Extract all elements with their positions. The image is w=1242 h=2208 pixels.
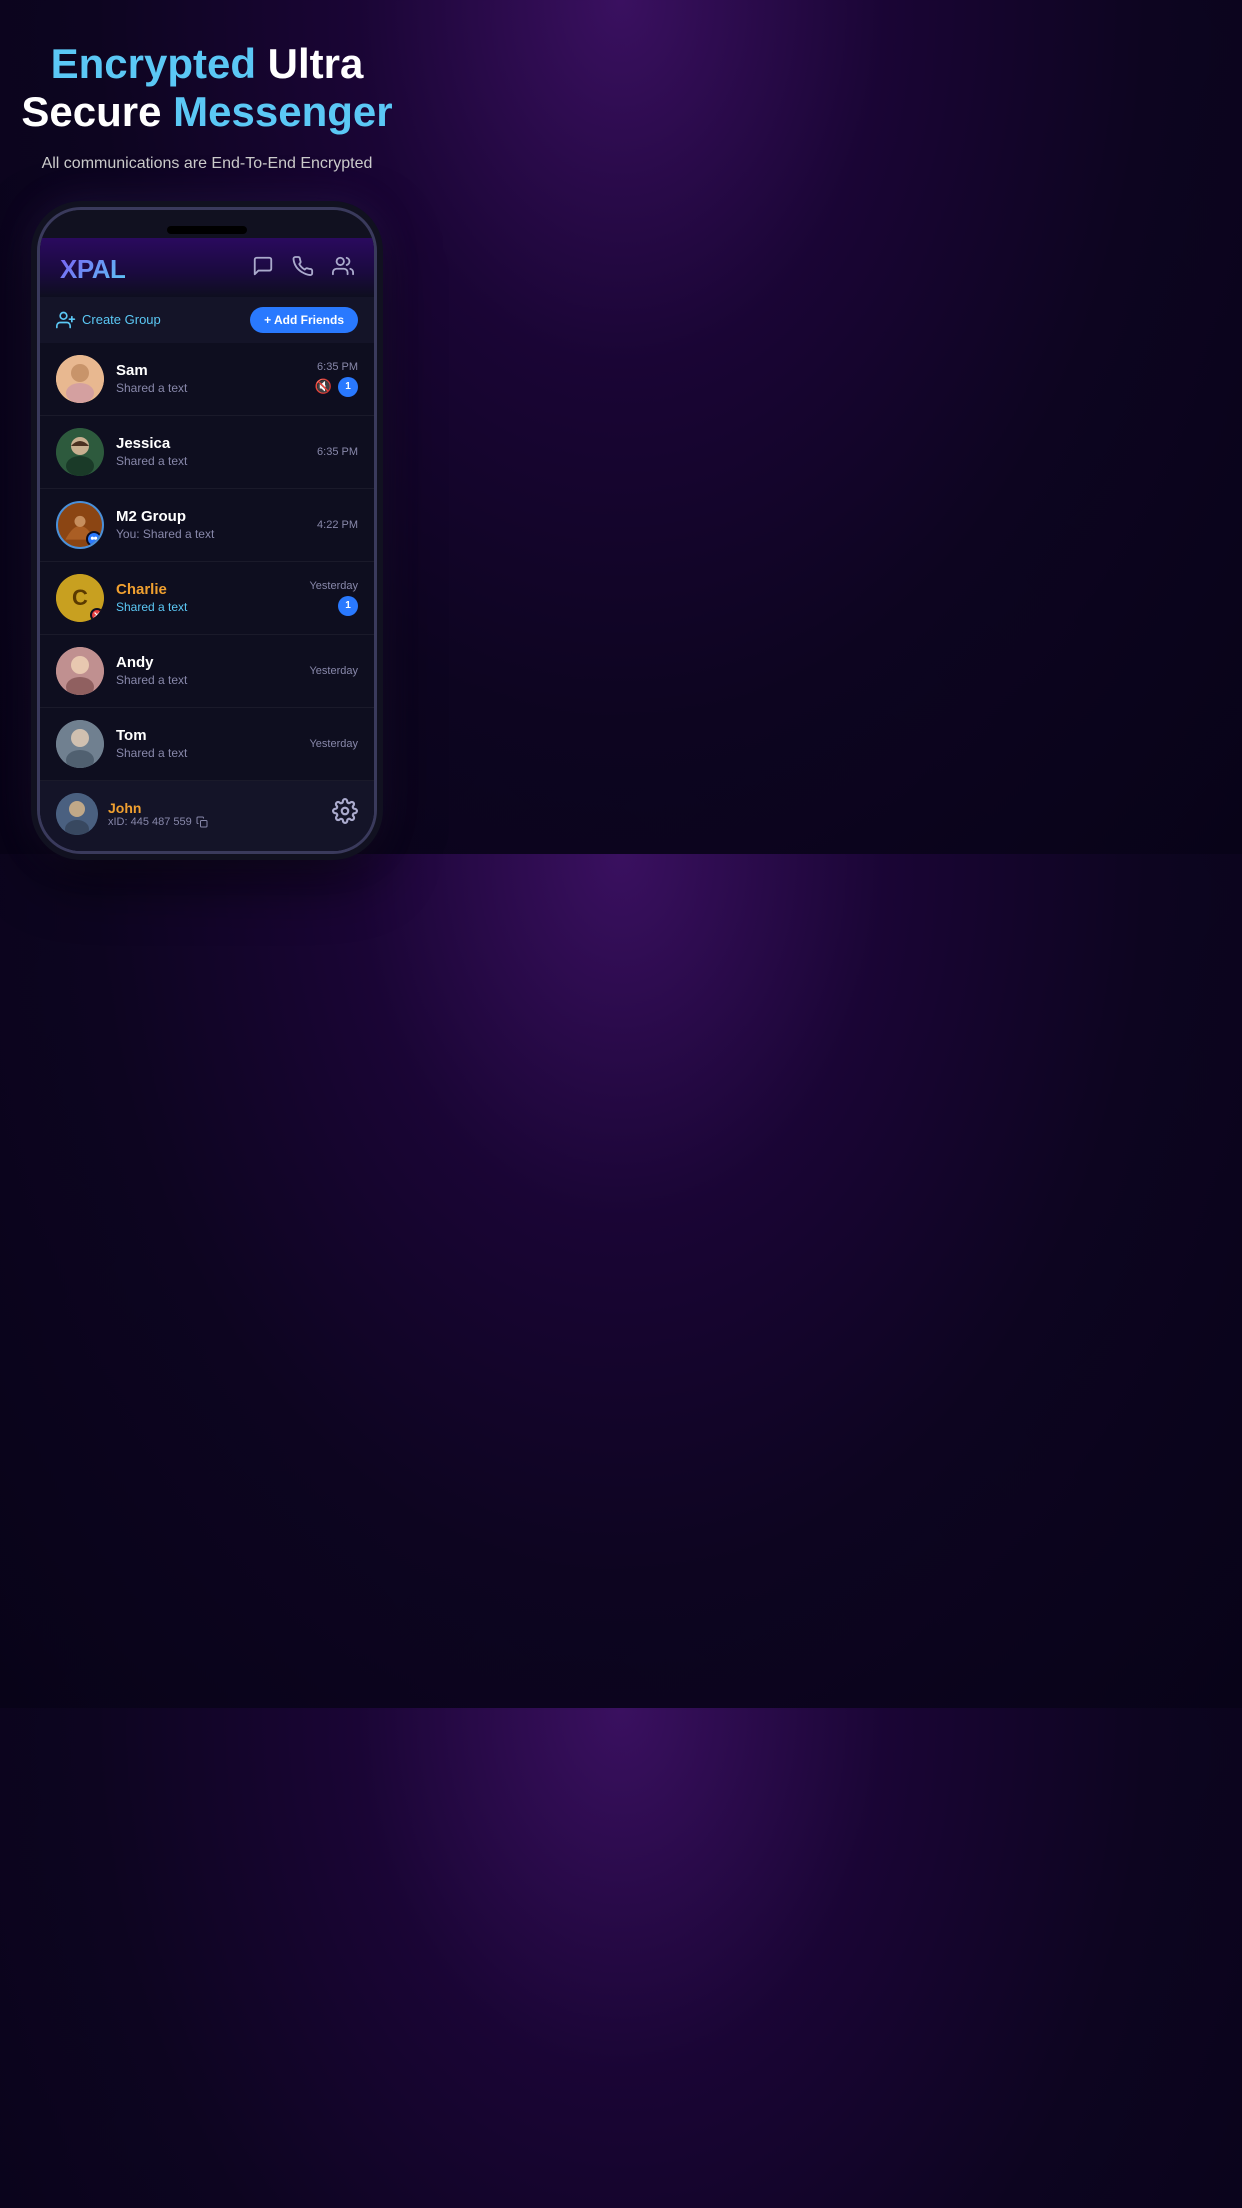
avatar-jessica	[56, 428, 104, 476]
chat-time-jessica: 6:35 PM	[317, 446, 358, 458]
avatar-tom	[56, 720, 104, 768]
charlie-x-indicator	[90, 608, 104, 622]
chat-name-sam: Sam	[116, 362, 303, 379]
chat-name-tom: Tom	[116, 727, 297, 744]
chat-info-charlie: Charlie Shared a text	[116, 581, 297, 614]
avatar-sam	[56, 355, 104, 403]
chat-badges-sam: 🔇 1	[315, 377, 358, 397]
phone-frame: XPAL	[37, 207, 377, 854]
hero-subtitle: All communications are End-To-End Encryp…	[21, 153, 392, 175]
hero-title-encrypted: Encrypted	[51, 40, 256, 87]
chat-info-m2group: M2 Group You: Shared a text	[116, 508, 305, 541]
chat-time-charlie: Yesterday	[309, 580, 358, 592]
hero-section: Encrypted Ultra Secure Messenger All com…	[21, 40, 392, 207]
logo-text: XPAL	[60, 254, 125, 285]
call-icon[interactable]	[292, 255, 314, 283]
chat-info-tom: Tom Shared a text	[116, 727, 297, 760]
user-name: John	[108, 800, 208, 816]
chat-item-jessica[interactable]: Jessica Shared a text 6:35 PM	[40, 416, 374, 489]
chat-meta-tom: Yesterday	[309, 738, 358, 750]
chat-meta-andy: Yesterday	[309, 665, 358, 677]
chat-info-jessica: Jessica Shared a text	[116, 435, 305, 468]
hero-title: Encrypted Ultra Secure Messenger	[21, 40, 392, 137]
chat-preview-charlie: Shared a text	[116, 600, 297, 614]
user-details: John xID: 445 487 559	[108, 800, 208, 828]
chat-preview-jessica: Shared a text	[116, 454, 305, 468]
hero-title-messenger: Messenger	[173, 88, 392, 135]
settings-icon[interactable]	[332, 798, 358, 830]
chat-name-m2group: M2 Group	[116, 508, 305, 525]
chat-item-tom[interactable]: Tom Shared a text Yesterday	[40, 708, 374, 781]
chat-badge-sam: 1	[338, 377, 358, 397]
mute-icon-sam: 🔇	[315, 378, 332, 395]
chat-preview-m2group: You: Shared a text	[116, 527, 305, 541]
app-header-top: XPAL	[60, 254, 354, 285]
avatar-charlie: C	[56, 574, 104, 622]
chat-icon[interactable]	[252, 255, 274, 283]
chat-meta-jessica: 6:35 PM	[317, 446, 358, 458]
app-logo: XPAL	[60, 254, 125, 285]
app-content: XPAL	[40, 238, 374, 851]
chat-item-sam[interactable]: Sam Shared a text 6:35 PM 🔇 1	[40, 343, 374, 416]
group-indicator-m2	[86, 531, 102, 547]
user-id: xID: 445 487 559	[108, 816, 208, 828]
user-id-text: xID: 445 487 559	[108, 816, 192, 828]
action-bar: Create Group + Add Friends	[40, 297, 374, 343]
user-avatar-john	[56, 793, 98, 835]
chat-time-tom: Yesterday	[309, 738, 358, 750]
svg-text:C: C	[72, 585, 88, 610]
phone-notch	[40, 210, 374, 238]
chat-time-sam: 6:35 PM	[317, 361, 358, 373]
hero-title-ultra: Ultra	[268, 40, 364, 87]
create-group-label: Create Group	[82, 312, 161, 327]
notch-pill	[167, 226, 247, 234]
app-header: XPAL	[40, 238, 374, 297]
chat-meta-sam: 6:35 PM 🔇 1	[315, 361, 358, 397]
chat-item-andy[interactable]: Andy Shared a text Yesterday	[40, 635, 374, 708]
chat-item-charlie[interactable]: C Charlie Shared a text Yesterday 1	[40, 562, 374, 635]
chat-list: Sam Shared a text 6:35 PM 🔇 1	[40, 343, 374, 781]
chat-name-jessica: Jessica	[116, 435, 305, 452]
chat-badge-charlie: 1	[338, 596, 358, 616]
header-icons	[252, 255, 354, 283]
add-friends-button[interactable]: + Add Friends	[250, 307, 358, 333]
chat-preview-tom: Shared a text	[116, 746, 297, 760]
bottom-bar: John xID: 445 487 559	[40, 781, 374, 851]
contacts-icon[interactable]	[332, 255, 354, 283]
chat-item-m2group[interactable]: M2 Group You: Shared a text 4:22 PM	[40, 489, 374, 562]
chat-preview-andy: Shared a text	[116, 673, 297, 687]
chat-name-charlie: Charlie	[116, 581, 297, 598]
hero-title-secure: Secure	[21, 88, 161, 135]
chat-time-m2group: 4:22 PM	[317, 519, 358, 531]
chat-name-andy: Andy	[116, 654, 297, 671]
avatar-m2group	[56, 501, 104, 549]
avatar-andy	[56, 647, 104, 695]
create-group-button[interactable]: Create Group	[56, 310, 161, 330]
user-info: John xID: 445 487 559	[56, 793, 208, 835]
chat-meta-m2group: 4:22 PM	[317, 519, 358, 531]
chat-preview-sam: Shared a text	[116, 381, 303, 395]
chat-info-sam: Sam Shared a text	[116, 362, 303, 395]
chat-info-andy: Andy Shared a text	[116, 654, 297, 687]
chat-meta-charlie: Yesterday 1	[309, 580, 358, 616]
chat-time-andy: Yesterday	[309, 665, 358, 677]
